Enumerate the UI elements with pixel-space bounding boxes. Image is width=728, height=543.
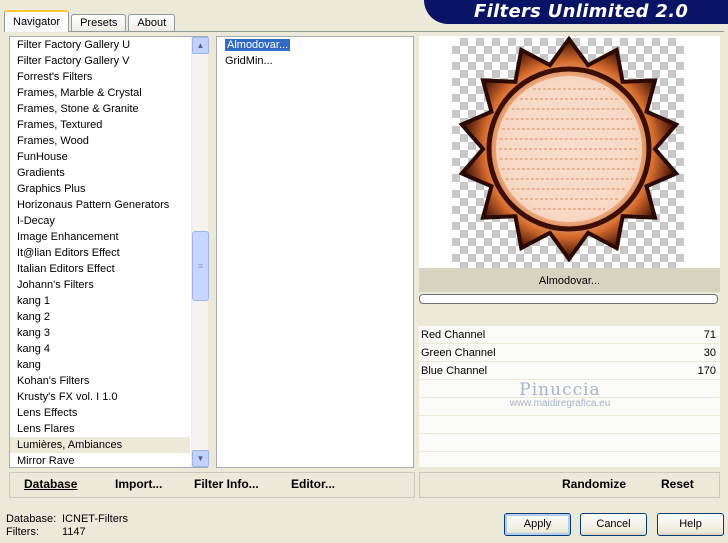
category-item[interactable]: Filter Factory Gallery V bbox=[10, 53, 190, 69]
left-toolbar: Database Import... Filter Info... Editor… bbox=[9, 472, 415, 498]
category-item[interactable]: kang 4 bbox=[10, 341, 190, 357]
database-status-value: ICNET-Filters bbox=[62, 513, 128, 525]
reset-button[interactable]: Reset bbox=[661, 477, 694, 491]
category-item[interactable]: Horizonaus Pattern Generators bbox=[10, 197, 190, 213]
category-item[interactable]: Lumières, Ambiances bbox=[10, 437, 190, 453]
filter-list[interactable]: Almodovar... GridMin... bbox=[216, 36, 414, 468]
category-item[interactable]: FunHouse bbox=[10, 149, 190, 165]
tab-about[interactable]: About bbox=[128, 14, 176, 32]
help-button[interactable]: Help bbox=[657, 513, 724, 536]
slider-blue-channel[interactable]: Blue Channel 170 bbox=[419, 362, 720, 380]
preview-image bbox=[458, 36, 680, 263]
tab-presets[interactable]: Presets bbox=[71, 14, 127, 32]
randomize-button[interactable]: Randomize bbox=[562, 477, 626, 491]
filters-status-value: 1147 bbox=[62, 526, 86, 538]
category-item[interactable]: It@lian Editors Effect bbox=[10, 245, 190, 261]
slider-empty-4 bbox=[419, 380, 720, 398]
category-list[interactable]: Filter Factory Gallery U Filter Factory G… bbox=[9, 36, 209, 469]
category-item[interactable]: Kohan's Filters bbox=[10, 373, 190, 389]
slider-empty-5 bbox=[419, 398, 720, 416]
red-channel-value: 71 bbox=[703, 329, 716, 341]
app-title: Filters Unlimited 2.0 bbox=[474, 1, 689, 22]
category-item[interactable]: Johann's Filters bbox=[10, 277, 190, 293]
category-item[interactable]: Frames, Stone & Granite bbox=[10, 101, 190, 117]
filter-item-label: GridMin... bbox=[225, 55, 273, 67]
category-item[interactable]: I-Decay bbox=[10, 213, 190, 229]
category-item[interactable]: Graphics Plus bbox=[10, 181, 190, 197]
category-items: Filter Factory Gallery U Filter Factory G… bbox=[10, 37, 190, 469]
category-item[interactable]: Gradients bbox=[10, 165, 190, 181]
green-channel-label: Green Channel bbox=[421, 347, 496, 359]
category-item[interactable]: Lens Effects bbox=[10, 405, 190, 421]
chevron-down-icon[interactable]: ▼ bbox=[192, 450, 209, 467]
database-button[interactable]: Database bbox=[24, 477, 77, 491]
category-item[interactable]: Frames, Wood bbox=[10, 133, 190, 149]
editor-button[interactable]: Editor... bbox=[291, 477, 335, 491]
filter-items: Almodovar... GridMin... bbox=[217, 37, 413, 69]
category-item[interactable]: kang bbox=[10, 357, 190, 373]
slider-empty-6 bbox=[419, 416, 720, 434]
database-label: Database bbox=[24, 477, 78, 491]
channel-controls: Red Channel 71 Green Channel 30 Blue Cha… bbox=[419, 306, 720, 468]
category-item[interactable]: kang 2 bbox=[10, 309, 190, 325]
filters-status-label: Filters: bbox=[6, 526, 39, 538]
filter-item-label: Almodovar... bbox=[223, 38, 292, 52]
selected-filter-label: Almodovar... bbox=[419, 268, 720, 292]
green-channel-value: 30 bbox=[703, 347, 716, 359]
tab-divider bbox=[4, 31, 724, 32]
category-item[interactable]: kang 1 bbox=[10, 293, 190, 309]
filter-item[interactable]: GridMin... bbox=[217, 53, 413, 69]
chevron-up-icon[interactable]: ▲ bbox=[192, 37, 209, 54]
category-item[interactable]: kang 3 bbox=[10, 325, 190, 341]
scroll-thumb[interactable]: ≡ bbox=[192, 231, 209, 301]
import-button[interactable]: Import... bbox=[115, 477, 162, 491]
control-spacer bbox=[419, 306, 720, 326]
category-item[interactable]: Frames, Marble & Crystal bbox=[10, 85, 190, 101]
category-item[interactable]: Krusty's FX vol. I 1.0 bbox=[10, 389, 190, 405]
database-status-label: Database: bbox=[6, 513, 57, 525]
slider-red-channel[interactable]: Red Channel 71 bbox=[419, 326, 720, 344]
red-channel-label: Red Channel bbox=[421, 329, 486, 341]
filter-item[interactable]: Almodovar... bbox=[217, 37, 413, 53]
category-item[interactable]: Forrest's Filters bbox=[10, 69, 190, 85]
category-item[interactable]: Lens Flares bbox=[10, 421, 190, 437]
category-item[interactable]: Mirror Rave bbox=[10, 453, 190, 469]
blue-channel-value: 170 bbox=[697, 365, 716, 377]
right-toolbar: Randomize Reset bbox=[419, 472, 720, 498]
blue-channel-label: Blue Channel bbox=[421, 365, 488, 377]
slider-green-channel[interactable]: Green Channel 30 bbox=[419, 344, 720, 362]
category-item[interactable]: Image Enhancement bbox=[10, 229, 190, 245]
filter-info-button[interactable]: Filter Info... bbox=[194, 477, 259, 491]
slider-empty-7 bbox=[419, 434, 720, 452]
progress-bar bbox=[419, 294, 718, 304]
apply-button[interactable]: Apply bbox=[504, 513, 571, 536]
category-item[interactable]: Italian Editors Effect bbox=[10, 261, 190, 277]
category-item[interactable]: Filter Factory Gallery U bbox=[10, 37, 190, 53]
tab-navigator[interactable]: Navigator bbox=[4, 10, 70, 32]
status-info: Database: ICNET-Filters Filters: 1147 bbox=[6, 513, 128, 539]
category-scrollbar[interactable]: ▲ ≡ ▼ bbox=[191, 37, 209, 467]
tab-strip: Navigator Presets About bbox=[4, 10, 177, 32]
cancel-button[interactable]: Cancel bbox=[580, 513, 647, 536]
slider-empty-8 bbox=[419, 452, 720, 468]
category-item[interactable]: Frames, Textured bbox=[10, 117, 190, 133]
preview-panel bbox=[419, 36, 720, 268]
